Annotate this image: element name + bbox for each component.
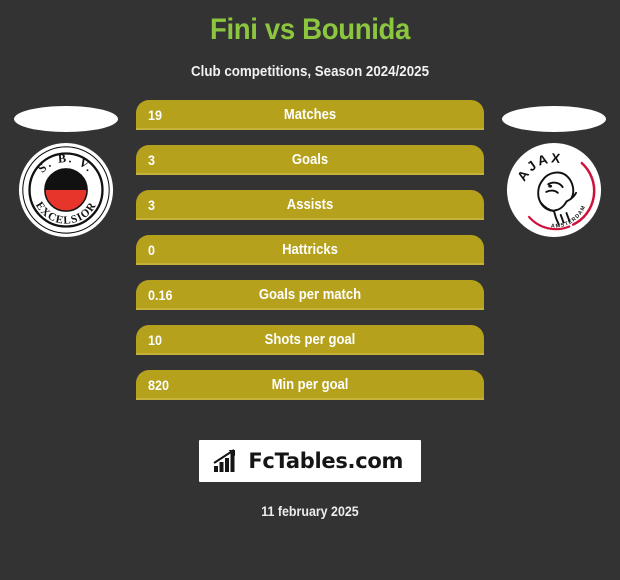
stat-value: 19 (148, 107, 163, 123)
page-footer: FcTables.com 11 february 2025 (0, 440, 620, 519)
fctables-logo[interactable]: FcTables.com (198, 440, 422, 482)
generation-date: 11 february 2025 (261, 504, 359, 519)
page-header: Fini vs Bounida Club competitions, Seaso… (0, 0, 620, 82)
stat-row-goals-per-match: 0.16 Goals per match (136, 280, 484, 310)
stat-bar (136, 190, 484, 220)
stat-row-goals: 3 Goals (136, 145, 484, 175)
stat-row-min-per-goal: 820 Min per goal (136, 370, 484, 400)
stat-row-assists: 3 Assists (136, 190, 484, 220)
stat-row-shots-per-goal: 10 Shots per goal (136, 325, 484, 355)
page-subtitle: Club competitions, Season 2024/2025 (191, 64, 429, 80)
ajax-crest-icon: AJAX AMSTERDAM (506, 142, 602, 238)
club-right: AJAX AMSTERDAM (492, 100, 616, 270)
stat-bars-list: 19 Matches 3 Goals 3 Assists 0 Hattricks… (136, 100, 484, 415)
stat-value: 3 (148, 152, 156, 168)
stat-value: 0.16 (148, 287, 173, 303)
stat-row-matches: 19 Matches (136, 100, 484, 130)
club-left-plinth-ellipse (14, 106, 118, 132)
fctables-logo-text: FcTables.com (248, 449, 404, 473)
stat-value: 10 (148, 332, 163, 348)
stat-bar (136, 325, 484, 355)
stat-bar (136, 370, 484, 400)
club-left: S. B. V. EXCELSIOR (4, 100, 128, 270)
stat-value: 0 (148, 242, 156, 258)
stat-bar (136, 145, 484, 175)
page-title: Fini vs Bounida (210, 13, 410, 46)
stat-bar (136, 280, 484, 310)
stat-value: 820 (148, 377, 170, 393)
bar-chart-icon (213, 449, 239, 473)
club-right-plinth-ellipse (502, 106, 606, 132)
excelsior-crest-icon: S. B. V. EXCELSIOR (18, 142, 114, 238)
stat-bar (136, 235, 484, 265)
comparison-stage: S. B. V. EXCELSIOR AJAX AMSTERDAM 19 Mat… (0, 100, 620, 430)
stat-value: 3 (148, 197, 156, 213)
stat-row-hattricks: 0 Hattricks (136, 235, 484, 265)
stat-bar (136, 100, 484, 130)
